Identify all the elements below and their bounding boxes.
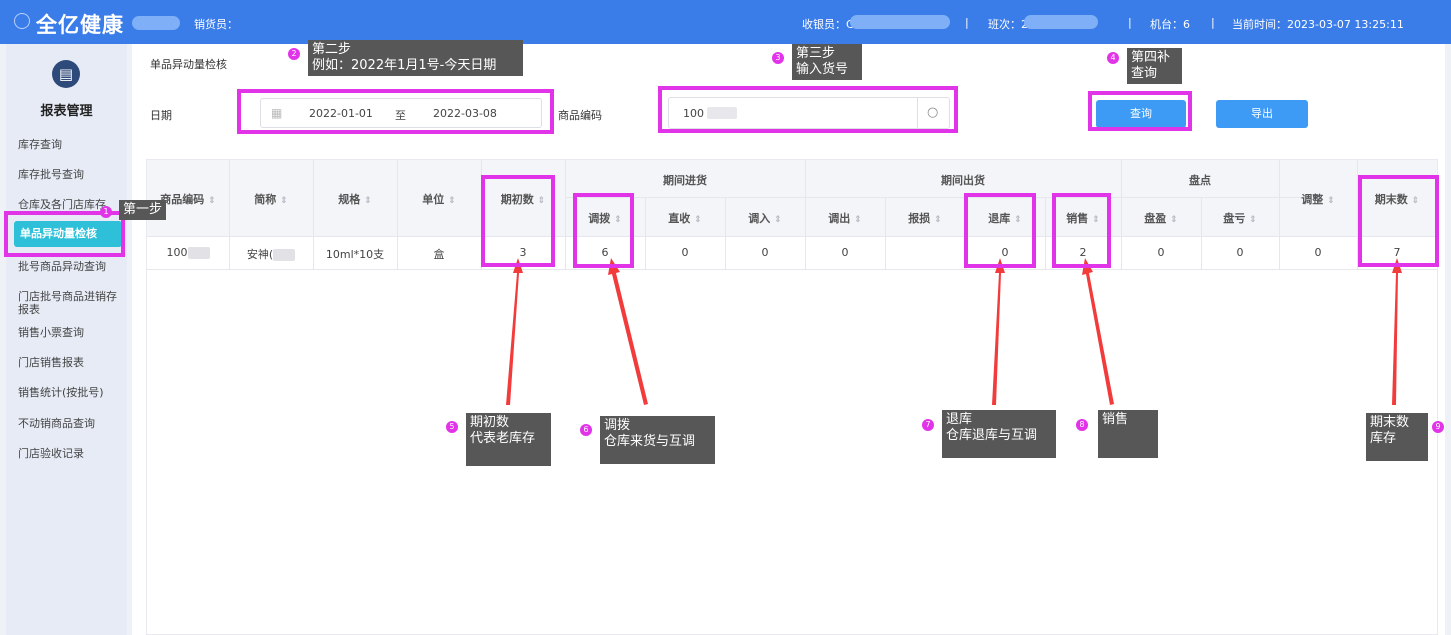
- highlight-query-button: [1088, 91, 1192, 131]
- highlight-product-code: [658, 86, 958, 133]
- note-closing: 期末数 库存: [1366, 413, 1428, 461]
- note-step2: 第二步 例如：2022年1月1号-今天日期: [308, 40, 523, 76]
- badge-5: 5: [446, 421, 458, 433]
- note-opening: 期初数 代表老库存: [466, 413, 551, 466]
- arrow-7: [992, 258, 1005, 405]
- note-step1: 第一步: [119, 200, 167, 220]
- badge-2: 2: [288, 48, 300, 60]
- arrow-8: [1082, 258, 1114, 405]
- badge-1: 1: [100, 206, 112, 218]
- badge-4: 4: [1107, 52, 1119, 64]
- arrow-6: [608, 258, 648, 405]
- badge-6: 6: [580, 424, 592, 436]
- highlight-opening: [481, 175, 555, 267]
- note-step4: 第四补 查询: [1127, 48, 1182, 84]
- highlight-return: [964, 193, 1036, 268]
- arrow-9: [1392, 258, 1402, 405]
- highlight-transfer: [573, 193, 634, 268]
- note-step3: 第三步 输入货号: [792, 44, 862, 80]
- highlight-closing: [1358, 175, 1439, 267]
- badge-7: 7: [922, 419, 934, 431]
- note-return: 退库 仓库退库与互调: [942, 410, 1056, 458]
- badge-3: 3: [772, 52, 784, 64]
- highlight-date-range: [237, 89, 554, 134]
- badge-8: 8: [1076, 419, 1088, 431]
- note-sales: 销售: [1098, 410, 1158, 458]
- badge-9: 9: [1432, 421, 1444, 433]
- note-transfer: 调拨 仓库来货与互调: [600, 416, 715, 464]
- highlight-sales: [1052, 193, 1111, 268]
- app-window: 全亿健康 销货员： 收银员：C | 班次：2: | 机台：6 | 当前时间：20…: [0, 0, 1451, 635]
- arrow-5: [506, 258, 523, 405]
